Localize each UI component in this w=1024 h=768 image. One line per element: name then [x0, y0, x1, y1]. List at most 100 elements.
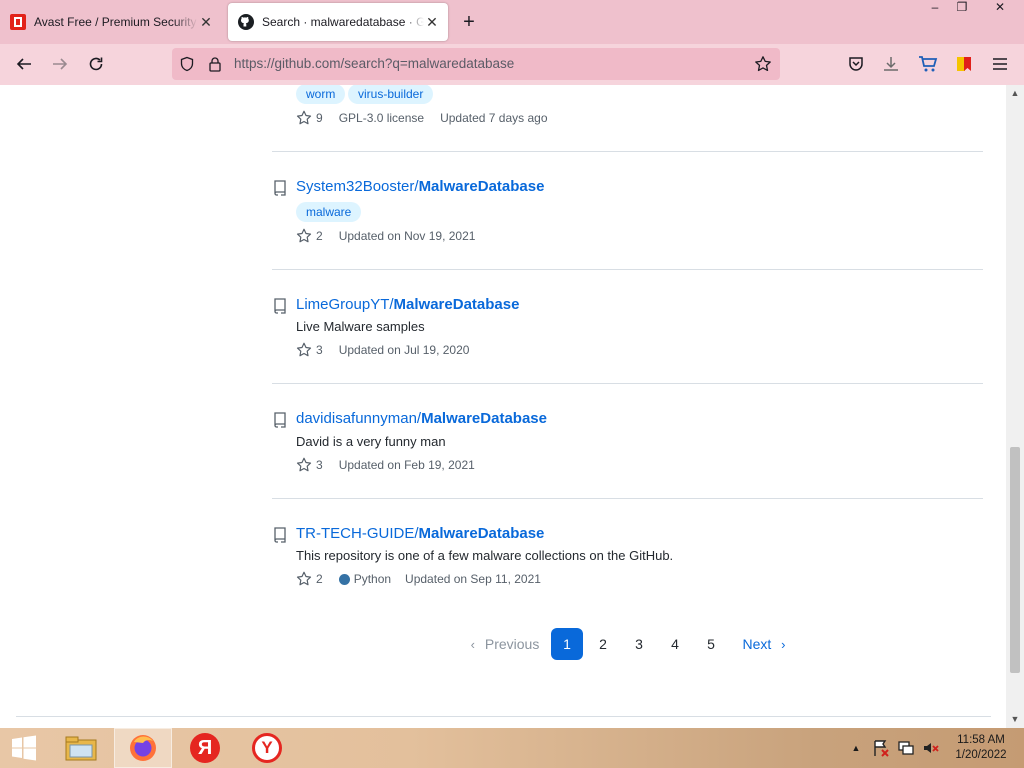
firefox-icon — [130, 735, 156, 761]
repo-link[interactable]: davidisafunnyman/MalwareDatabase — [296, 410, 547, 427]
forward-button[interactable] — [46, 50, 74, 78]
star-icon — [296, 110, 312, 125]
back-arrow-icon — [16, 58, 31, 70]
topic-tag[interactable]: malware — [296, 202, 362, 222]
scroll-up-arrow-icon[interactable]: ▲ — [1009, 88, 1021, 98]
volume-button[interactable] — [920, 728, 942, 768]
file-explorer-button[interactable] — [56, 728, 106, 768]
yandex-icon: Y — [252, 733, 282, 763]
firefox-taskbar-button[interactable] — [114, 728, 172, 768]
windows-taskbar: Я Y ▲ 11:58 AM 1/20/2022 — [0, 728, 1024, 768]
star-count[interactable]: 9 — [316, 111, 323, 125]
tab-github-search[interactable]: Search · malwaredatabase · GitHub ✕ — [228, 3, 448, 41]
page-4-button[interactable]: 4 — [659, 628, 691, 660]
chevron-up-icon: ▲ — [851, 743, 861, 753]
menu-button[interactable] — [986, 50, 1014, 78]
topic-tag[interactable]: virus-builder — [348, 85, 434, 104]
star-count[interactable]: 3 — [316, 458, 323, 472]
repo-name[interactable]: MalwareDatabase — [419, 525, 545, 542]
repo-name[interactable]: MalwareDatabase — [419, 178, 545, 195]
system-clock[interactable]: 11:58 AM 1/20/2022 — [948, 733, 1014, 763]
repo-name[interactable]: MalwareDatabase — [421, 410, 547, 427]
minimize-button[interactable]: – — [920, 0, 950, 20]
repo-link[interactable]: System32Booster/MalwareDatabase — [296, 178, 544, 195]
new-tab-button[interactable]: + — [458, 12, 480, 34]
page-5-button[interactable]: 5 — [695, 628, 727, 660]
close-tab-icon[interactable]: ✕ — [198, 14, 214, 30]
address-bar[interactable]: https://github.com/search?q=malwaredatab… — [172, 48, 780, 80]
url-text[interactable]: https://github.com/search?q=malwaredatab… — [234, 56, 514, 71]
result-divider — [272, 269, 983, 270]
repo-icon — [274, 412, 286, 428]
yandex-browser-icon: Я — [190, 733, 220, 763]
back-button[interactable] — [10, 50, 38, 78]
repo-description: This repository is one of a few malware … — [296, 548, 674, 563]
result-meta: 3 Updated on Jul 19, 2020 — [296, 342, 469, 358]
star-icon — [296, 228, 312, 243]
star-count[interactable]: 2 — [316, 572, 323, 586]
star-count[interactable]: 2 — [316, 229, 323, 243]
clock-time: 11:58 AM — [957, 734, 1005, 746]
repo-description: Live Malware samples — [296, 319, 425, 334]
repo-owner[interactable]: davidisafunnyman/ — [296, 410, 421, 427]
chevron-left-icon: ‹ — [470, 637, 475, 652]
repo-owner[interactable]: TR-TECH-GUIDE/ — [296, 525, 419, 542]
repo-link[interactable]: TR-TECH-GUIDE/MalwareDatabase — [296, 525, 544, 542]
next-page-button[interactable]: Next › — [736, 628, 792, 660]
updated-date: Updated on Feb 19, 2021 — [338, 458, 475, 472]
repo-link[interactable]: LimeGroupYT/MalwareDatabase — [296, 296, 519, 313]
tracking-protection-shield-icon[interactable] — [178, 55, 196, 73]
downloads-button[interactable] — [877, 50, 905, 78]
pocket-button[interactable] — [842, 50, 870, 78]
search-results-page: worm virus-builder 9 GPL-3.0 license Upd… — [0, 85, 1006, 728]
repo-description: David is a very funny man — [296, 434, 446, 449]
repo-icon — [274, 298, 286, 314]
repo-owner[interactable]: System32Booster/ — [296, 178, 419, 195]
topic-tag[interactable]: worm — [296, 85, 346, 104]
reload-button[interactable] — [82, 50, 110, 78]
scrollbar-thumb[interactable] — [1010, 447, 1020, 673]
windows-logo-icon — [12, 735, 36, 761]
license: GPL-3.0 license — [338, 111, 425, 125]
download-icon — [884, 57, 898, 71]
hamburger-menu-icon — [993, 58, 1007, 70]
restore-button[interactable]: ❐ — [947, 0, 977, 20]
chevron-right-icon: › — [781, 637, 786, 652]
star-count[interactable]: 3 — [316, 343, 323, 357]
bookmark-extension[interactable] — [950, 50, 978, 78]
scroll-down-arrow-icon[interactable]: ▼ — [1009, 714, 1021, 724]
result-divider — [272, 498, 983, 499]
close-window-button[interactable]: ✕ — [985, 0, 1015, 20]
lock-icon[interactable] — [206, 55, 224, 73]
updated-date: Updated on Jul 19, 2020 — [338, 343, 470, 357]
repo-owner[interactable]: LimeGroupYT/ — [296, 296, 394, 313]
tab-avast[interactable]: Avast Free / Premium Security | Download… — [0, 3, 222, 41]
result-divider — [272, 383, 983, 384]
shopping-cart-extension[interactable] — [914, 50, 942, 78]
browser-nav-bar: https://github.com/search?q=malwaredatab… — [0, 44, 1024, 85]
bookmark-star-icon[interactable] — [754, 55, 772, 73]
page-3-button[interactable]: 3 — [623, 628, 655, 660]
network-button[interactable] — [895, 728, 917, 768]
page-scrollbar[interactable]: ▲ ▼ — [1006, 85, 1024, 728]
pocket-icon — [849, 57, 863, 71]
tab-title: Search · malwaredatabase · GitHub — [262, 15, 424, 29]
result-meta: 9 GPL-3.0 license Updated 7 days ago — [296, 110, 548, 126]
yandex-browser-button[interactable]: Я — [180, 728, 230, 768]
previous-page-button[interactable]: ‹ Previous — [464, 628, 546, 660]
tab-title: Avast Free / Premium Security | Download — [34, 15, 198, 29]
page-1-button[interactable]: 1 — [551, 628, 583, 660]
action-center-flag-button[interactable] — [870, 728, 892, 768]
show-hidden-icons-button[interactable]: ▲ — [848, 728, 864, 768]
result-meta: 3 Updated on Feb 19, 2021 — [296, 457, 475, 473]
repo-name[interactable]: MalwareDatabase — [394, 296, 520, 313]
updated-date: Updated on Nov 19, 2021 — [338, 229, 476, 243]
start-button[interactable] — [0, 728, 48, 768]
star-icon — [296, 571, 312, 586]
close-tab-icon[interactable]: ✕ — [424, 14, 440, 30]
yandex-app-button[interactable]: Y — [242, 728, 292, 768]
language-dot — [338, 573, 350, 585]
page-2-button[interactable]: 2 — [587, 628, 619, 660]
folder-icon — [65, 736, 97, 761]
result-meta: 2 Updated on Nov 19, 2021 — [296, 228, 475, 244]
